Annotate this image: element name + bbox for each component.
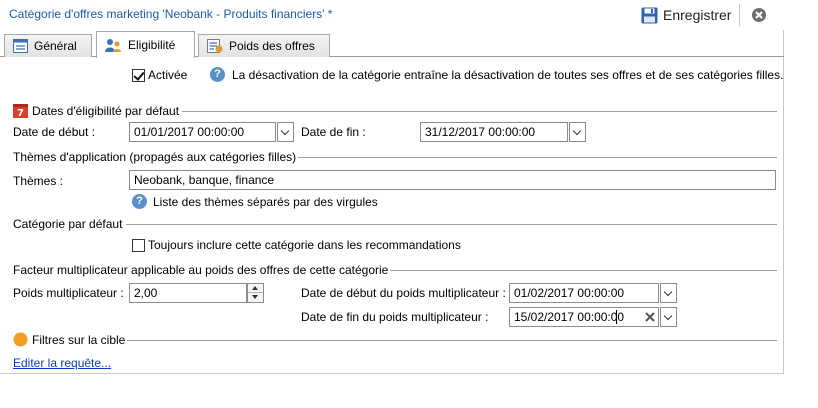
- weight-icon: [207, 39, 223, 53]
- weight-multiplier-label: Poids multiplicateur :: [13, 286, 124, 300]
- title-bar: Catégorie d'offres marketing 'Neobank - …: [0, 0, 784, 30]
- tab-eligibility-label: Eligibilité: [128, 38, 176, 52]
- end-date-dropdown-button[interactable]: [569, 122, 586, 142]
- info-icon: ?: [210, 67, 225, 82]
- end-date-input[interactable]: 31/12/2017 00:00:00: [420, 122, 568, 142]
- multiplier-section-title: Facteur multiplicateur applicable au poi…: [13, 263, 389, 277]
- window-title: Catégorie d'offres marketing 'Neobank - …: [9, 7, 333, 21]
- always-include-label: Toujours inclure cette catégorie dans le…: [148, 238, 461, 252]
- text-caret: [616, 310, 617, 324]
- edit-query-link[interactable]: Editer la requête...: [13, 356, 111, 370]
- multiplier-end-label: Date de fin du poids multiplicateur :: [301, 310, 489, 324]
- floppy-disk-icon: [641, 7, 658, 23]
- start-date-dropdown-button[interactable]: [277, 122, 294, 142]
- svg-text:7: 7: [17, 108, 24, 118]
- dates-section-title: Dates d'éligibilité par défaut: [32, 104, 180, 118]
- eligibility-icon: [105, 38, 121, 52]
- calendar-icon: 7: [13, 104, 28, 118]
- multiplier-start-dropdown-button[interactable]: [660, 283, 677, 303]
- start-date-label: Date de début :: [13, 125, 96, 139]
- weight-multiplier-stepper: [247, 283, 264, 303]
- themes-info-icon: ?: [132, 194, 147, 209]
- tab-offer-weights[interactable]: Poids des offres: [198, 34, 330, 57]
- tab-general[interactable]: Général: [4, 34, 92, 57]
- themes-section-title: Thèmes d'application (propagés aux catég…: [13, 150, 297, 164]
- multiplier-end-dropdown-button[interactable]: [660, 307, 677, 327]
- themes-label: Thèmes :: [13, 174, 64, 188]
- stepper-down-button[interactable]: [248, 293, 263, 302]
- weight-multiplier-input[interactable]: 2,00: [129, 283, 247, 303]
- filters-section-divider: [127, 340, 777, 341]
- always-include-checkbox[interactable]: [132, 239, 145, 252]
- deactivation-info-text: La désactivation de la catégorie entraîn…: [232, 68, 784, 82]
- themes-hint: Liste des thèmes séparés par des virgule…: [153, 195, 378, 209]
- filter-status-icon: [13, 332, 28, 347]
- default-category-divider: [126, 224, 777, 225]
- general-icon: [13, 39, 28, 53]
- active-checkbox[interactable]: [132, 69, 145, 82]
- clear-icon[interactable]: [643, 308, 659, 326]
- dates-section-divider: [182, 111, 777, 112]
- end-date-label: Date de fin :: [301, 125, 366, 139]
- themes-section-divider: [298, 157, 777, 158]
- filters-section-title: Filtres sur la cible: [32, 333, 126, 347]
- multiplier-start-input[interactable]: 01/02/2017 00:00:00: [509, 283, 659, 303]
- stepper-up-button[interactable]: [248, 284, 263, 293]
- offer-category-window: Catégorie d'offres marketing 'Neobank - …: [0, 0, 784, 374]
- multiplier-end-input[interactable]: 15/02/2017 00:00:00: [509, 307, 659, 327]
- tab-eligibility[interactable]: Eligibilité: [96, 31, 195, 58]
- multiplier-start-label: Date de début du poids multiplicateur :: [301, 286, 506, 300]
- toolbar-separator: [739, 4, 740, 26]
- save-label: Enregistrer: [663, 7, 732, 23]
- themes-input[interactable]: Neobank, banque, finance: [129, 170, 776, 190]
- tab-strip: Général Eligibilité Poids des offres: [0, 31, 784, 58]
- save-button[interactable]: Enregistrer: [641, 5, 731, 25]
- eligibility-panel: Activée ? La désactivation de la catégor…: [0, 58, 784, 374]
- default-category-section-title: Catégorie par défaut: [13, 217, 123, 231]
- start-date-input[interactable]: 01/01/2017 00:00:00: [129, 122, 276, 142]
- active-label: Activée: [148, 68, 188, 82]
- close-icon[interactable]: [750, 6, 768, 24]
- tab-general-label: Général: [34, 39, 77, 53]
- multiplier-section-divider: [390, 270, 777, 271]
- tab-offer-weights-label: Poids des offres: [229, 39, 315, 53]
